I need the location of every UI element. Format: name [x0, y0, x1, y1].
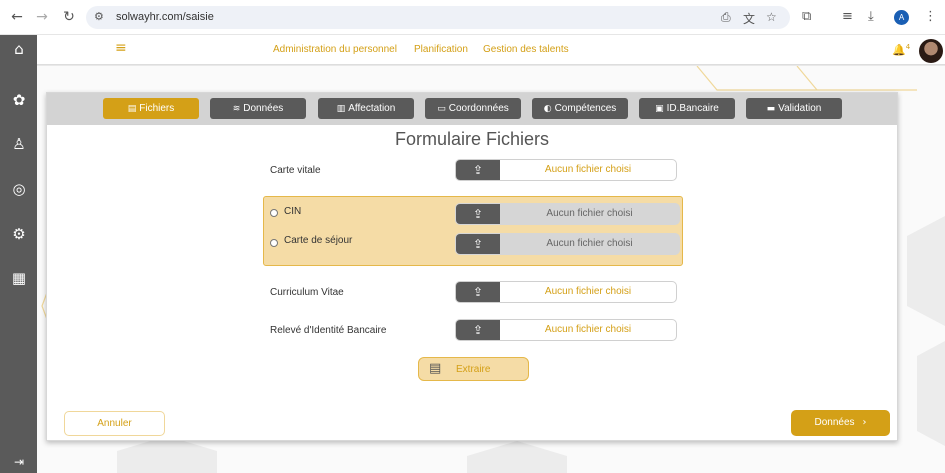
next-label: Données: [814, 417, 855, 428]
team-icon[interactable]: ✿: [9, 90, 29, 110]
notification-count: 4: [905, 43, 911, 51]
step-label: Fichiers: [139, 103, 175, 114]
back-icon[interactable]: ←: [9, 9, 25, 25]
document-scan-icon: ▤: [429, 361, 442, 376]
brain-icon: ◐: [543, 104, 552, 114]
address-bar[interactable]: ⚙ solwayhr.com/saisie ⎙ 文 ☆: [86, 6, 790, 29]
next-button[interactable]: Données ›: [791, 410, 890, 436]
carte-sejour-label: Carte de séjour: [284, 235, 353, 246]
reload-icon[interactable]: ↻: [61, 9, 77, 25]
upload-icon[interactable]: ⇪: [456, 204, 500, 224]
cin-label: CIN: [284, 206, 302, 217]
step-competences[interactable]: ◐ Compétences: [532, 98, 628, 119]
cancel-button[interactable]: Annuler: [64, 411, 165, 436]
globe-icon[interactable]: ◎: [9, 179, 29, 199]
rib-label: Relevé d'Identité Bancaire: [270, 325, 387, 336]
download-icon[interactable]: ⤓: [868, 9, 874, 24]
more-menu-icon[interactable]: ⋮: [924, 9, 937, 24]
translate-icon[interactable]: 文: [743, 10, 755, 27]
tab-search-icon[interactable]: ≡: [842, 9, 853, 24]
home-icon[interactable]: ⌂: [9, 39, 29, 59]
step-label: Coordonnées: [448, 103, 509, 114]
database-icon: ≋: [232, 104, 241, 114]
identity-doc-group: CIN ⇪ Aucun fichier choisi Carte de séjo…: [263, 196, 683, 266]
cv-file-input[interactable]: ⇪ Aucun fichier choisi: [455, 281, 677, 303]
install-icon[interactable]: ⎙: [721, 10, 731, 25]
browser-toolbar: ← → ↻ ⚙ solwayhr.com/saisie ⎙ 文 ☆ ⧉ ≡ ⤓ …: [0, 0, 945, 35]
app-sidebar: ⌂ ✿ ♙ ◎ ⚙ ▦ ⇥: [0, 35, 37, 473]
step-label: ID.Bancaire: [666, 103, 719, 114]
form-card: ▤ Fichiers ≋ Données ▥ Affectation ▭ Coordon…: [46, 92, 898, 441]
file-icon: ▤: [127, 104, 137, 114]
menu-administration[interactable]: Administration du personnel: [273, 44, 397, 55]
step-label: Compétences: [554, 103, 617, 114]
bookmark-star-icon[interactable]: ☆: [766, 10, 777, 24]
step-coordonnees[interactable]: ▭ Coordonnées: [425, 98, 521, 119]
notification-bell-icon[interactable]: 🔔4: [892, 43, 910, 57]
carte-sejour-radio[interactable]: [270, 239, 278, 247]
extract-button[interactable]: ▤ Extraire: [418, 357, 529, 381]
carte-vitale-file-input[interactable]: ⇪ Aucun fichier choisi: [455, 159, 677, 181]
file-status: Aucun fichier choisi: [544, 324, 632, 335]
step-label: Données: [243, 103, 284, 114]
user-settings-icon[interactable]: ♙: [9, 134, 29, 154]
file-status: Aucun fichier choisi: [546, 208, 633, 219]
carte-vitale-label: Carte vitale: [270, 165, 321, 176]
profile-avatar[interactable]: A: [894, 10, 909, 25]
chevron-right-icon: ›: [862, 417, 867, 428]
carte-sejour-file-input[interactable]: ⇪ Aucun fichier choisi: [455, 233, 680, 255]
logout-icon[interactable]: ⇥: [9, 452, 29, 472]
step-label: Validation: [778, 103, 822, 114]
forward-icon[interactable]: →: [34, 9, 50, 25]
step-label: Affectation: [348, 103, 396, 114]
site-settings-icon[interactable]: ⚙: [94, 10, 104, 23]
file-status: Aucun fichier choisi: [544, 164, 632, 175]
upload-icon[interactable]: ⇪: [456, 282, 500, 302]
address-text: solwayhr.com/saisie: [116, 11, 214, 23]
grid-icon[interactable]: ▦: [9, 268, 29, 288]
upload-icon[interactable]: ⇪: [456, 160, 500, 180]
app-topbar: ≡ Administration du personnel Planificat…: [37, 35, 945, 65]
stepper: ▤ Fichiers ≋ Données ▥ Affectation ▭ Coordon…: [47, 93, 897, 125]
user-avatar[interactable]: [919, 39, 943, 63]
upload-icon[interactable]: ⇪: [456, 320, 500, 340]
document-user-icon: ▥: [336, 104, 346, 114]
menu-gestion-talents[interactable]: Gestion des talents: [483, 44, 569, 55]
file-status: Aucun fichier choisi: [546, 238, 633, 249]
cin-radio[interactable]: [270, 209, 278, 217]
file-status: Aucun fichier choisi: [544, 286, 632, 297]
rib-file-input[interactable]: ⇪ Aucun fichier choisi: [455, 319, 677, 341]
address-card-icon: ▭: [437, 104, 446, 114]
step-donnees[interactable]: ≋ Données: [210, 98, 306, 119]
id-card-icon: ▣: [655, 104, 664, 114]
cin-file-input[interactable]: ⇪ Aucun fichier choisi: [455, 203, 680, 225]
form-title: Formulaire Fichiers: [394, 129, 550, 149]
step-affectation[interactable]: ▥ Affectation: [318, 98, 414, 119]
gear-icon[interactable]: ⚙: [9, 224, 29, 244]
laptop-user-icon: ▬: [766, 104, 776, 114]
menu-planification[interactable]: Planification: [414, 44, 468, 55]
upload-icon[interactable]: ⇪: [456, 234, 500, 254]
step-validation[interactable]: ▬ Validation: [746, 98, 842, 119]
cv-label: Curriculum Vitae: [270, 287, 344, 298]
extensions-icon[interactable]: ⧉: [802, 9, 811, 24]
step-id-bancaire[interactable]: ▣ ID.Bancaire: [639, 98, 735, 119]
hamburger-icon[interactable]: ≡: [115, 40, 127, 56]
extract-label: Extraire: [456, 364, 491, 375]
step-fichiers[interactable]: ▤ Fichiers: [103, 98, 199, 119]
